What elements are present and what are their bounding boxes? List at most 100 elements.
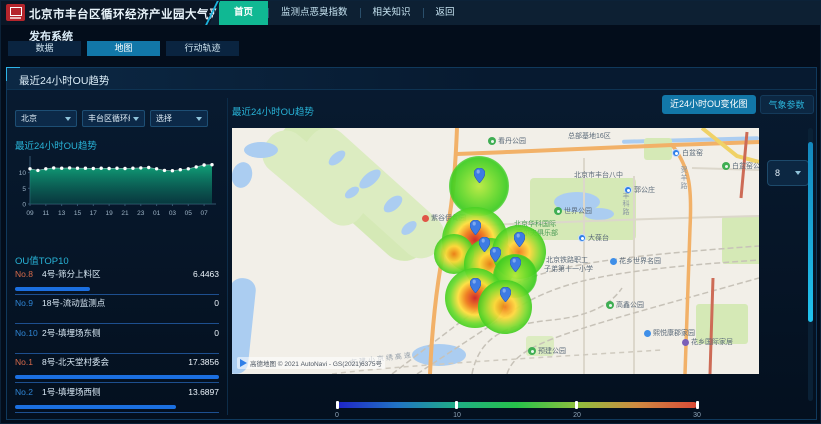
- ou-change-map-button[interactable]: 近24小时OU变化图: [662, 95, 756, 114]
- trend-chart: 0510091113151719212301030507: [12, 150, 220, 230]
- station-select-value: 选择: [156, 113, 172, 124]
- svg-text:19: 19: [106, 210, 114, 217]
- chevron-down-icon: [196, 117, 202, 121]
- rank-label: No.1: [15, 357, 42, 367]
- map-marker-pin[interactable]: [470, 278, 481, 298]
- attribution-text: 高德地图 © 2021 AutoNavi - GS(2021)6375号: [250, 358, 382, 368]
- top-list: No.84号-筛分上料区6.4463No.918号-流动监测点0No.102号-…: [15, 268, 219, 416]
- list-divider: [15, 294, 219, 295]
- top-list-row: No.102号-填埋场东侧0: [15, 327, 219, 338]
- rank-label: No.9: [15, 298, 42, 308]
- value-bar: [15, 405, 176, 409]
- station-label: 1号-填埋场西侧: [42, 386, 188, 398]
- chevron-down-icon: [133, 117, 139, 121]
- top-list-item: No.102号-填埋场东侧0: [15, 327, 219, 357]
- top-list-row: No.84号-筛分上料区6.4463: [15, 268, 219, 279]
- ou-value: 0: [214, 328, 219, 338]
- list-divider: [15, 412, 219, 413]
- map-marker-pin[interactable]: [500, 287, 511, 307]
- filter-bar: 北京 丰台区循环经济产 选择: [15, 110, 208, 127]
- legend-tick: [336, 401, 339, 409]
- station-label: 2号-填埋场东侧: [42, 327, 214, 339]
- ou-value: 13.6897: [188, 387, 219, 397]
- map-canvas[interactable]: 看丹公园总部基地16区白盆窑白盆窑公园北京市丰台八中郭公庄世界公园北京华科国际高…: [232, 128, 759, 374]
- top-list-title: OU值TOP10: [15, 253, 69, 267]
- map-section-title: 最近24小时OU趋势: [232, 104, 314, 118]
- panel-title: 最近24小时OU趋势: [19, 73, 109, 88]
- rank-label: No.2: [15, 387, 42, 397]
- district-select-value: 丰台区循环经济产: [88, 113, 130, 124]
- svg-text:15: 15: [74, 210, 82, 217]
- top-list-item: No.18号-北天堂村委会17.3856: [15, 357, 219, 387]
- legend-tick-label: 30: [693, 412, 701, 419]
- svg-text:21: 21: [121, 210, 129, 217]
- top-nav: 首页监测点恶臭指数相关知识返回: [209, 1, 820, 25]
- map-marker-pin[interactable]: [490, 247, 501, 267]
- map-buttons: 近24小时OU变化图 气象参数: [662, 95, 814, 114]
- svg-text:01: 01: [153, 210, 161, 217]
- district-select[interactable]: 丰台区循环经济产: [82, 110, 145, 127]
- top-list-row: No.18号-北天堂村委会17.3856: [15, 357, 219, 368]
- hour-select[interactable]: 8: [767, 160, 809, 186]
- legend-tick-label: 10: [453, 412, 461, 419]
- left-sidebar: 北京 丰台区循环经济产 选择 最近24小时OU趋势 05100911131517…: [10, 98, 224, 418]
- nav-item-1[interactable]: 首页: [219, 1, 268, 25]
- publish-tab-1[interactable]: 数据: [8, 41, 81, 56]
- value-bar: [15, 375, 219, 379]
- ou-value: 6.4463: [193, 269, 219, 279]
- city-select-value: 北京: [21, 113, 37, 124]
- nav-item-3[interactable]: 相关知识: [361, 1, 423, 25]
- hour-select-value: 8: [775, 168, 780, 178]
- heat-legend: 0102030: [337, 400, 697, 420]
- station-label: 8号-北天堂村委会: [42, 356, 188, 368]
- chevron-down-icon: [795, 171, 801, 175]
- legend-tick-label: 0: [335, 412, 339, 419]
- legend-tick: [696, 401, 699, 409]
- ou-value: 17.3856: [188, 357, 219, 367]
- heatmap-layer: [232, 128, 759, 374]
- map-marker-pin[interactable]: [474, 168, 485, 188]
- station-select[interactable]: 选择: [150, 110, 208, 127]
- map-marker-pin[interactable]: [479, 237, 490, 257]
- publish-tabs: 数据地图行动轨迹: [8, 41, 239, 56]
- top-header: 北京市丰台区循环经济产业园大气恶臭状况实时 首页监测点恶臭指数相关知识返回: [1, 1, 820, 25]
- map-marker-pin[interactable]: [514, 232, 525, 252]
- top-list-item: No.21号-填埋场西侧13.6897: [15, 386, 219, 416]
- top-list-row: No.21号-填埋场西侧13.6897: [15, 386, 219, 397]
- ou-value: 0: [214, 298, 219, 308]
- svg-text:11: 11: [42, 210, 49, 217]
- value-bar: [15, 287, 90, 291]
- svg-text:0: 0: [22, 202, 26, 209]
- svg-text:17: 17: [90, 210, 98, 217]
- scrollbar[interactable]: [808, 142, 813, 322]
- publish-tab-2[interactable]: 地图: [87, 41, 160, 56]
- main-panel: 最近24小时OU趋势 北京 丰台区循环经济产 选择 最近24小时OU趋势 05 1…: [6, 67, 817, 420]
- app-logo-icon: [6, 4, 25, 21]
- svg-text:23: 23: [137, 210, 145, 217]
- publish-tab-3[interactable]: 行动轨迹: [166, 41, 239, 56]
- svg-text:07: 07: [200, 210, 208, 217]
- app-window: 北京市丰台区循环经济产业园大气恶臭状况实时 首页监测点恶臭指数相关知识返回 发布…: [0, 0, 821, 424]
- map-marker-pin[interactable]: [510, 257, 521, 277]
- rank-label: No.10: [15, 328, 42, 338]
- svg-text:03: 03: [169, 210, 177, 217]
- list-divider: [15, 382, 219, 383]
- top-list-item: No.84号-筛分上料区6.4463: [15, 268, 219, 298]
- nav-item-4[interactable]: 返回: [424, 1, 467, 25]
- top-list-item: No.918号-流动监测点0: [15, 298, 219, 328]
- rank-label: No.8: [15, 269, 42, 279]
- vertical-divider: [227, 98, 228, 415]
- chevron-down-icon: [65, 117, 71, 121]
- nav-item-2[interactable]: 监测点恶臭指数: [269, 1, 360, 25]
- weather-params-button[interactable]: 气象参数: [760, 95, 814, 114]
- legend-gradient-bar: [337, 402, 697, 408]
- panel-header: 最近24小时OU趋势: [7, 68, 816, 90]
- svg-text:10: 10: [19, 170, 27, 177]
- map-attribution: 高德地图 © 2021 AutoNavi - GS(2021)6375号: [237, 357, 385, 369]
- svg-text:13: 13: [58, 210, 66, 217]
- list-divider: [15, 353, 219, 354]
- list-divider: [15, 323, 219, 324]
- svg-text:05: 05: [185, 210, 193, 217]
- legend-tick-label: 20: [573, 412, 581, 419]
- city-select[interactable]: 北京: [15, 110, 77, 127]
